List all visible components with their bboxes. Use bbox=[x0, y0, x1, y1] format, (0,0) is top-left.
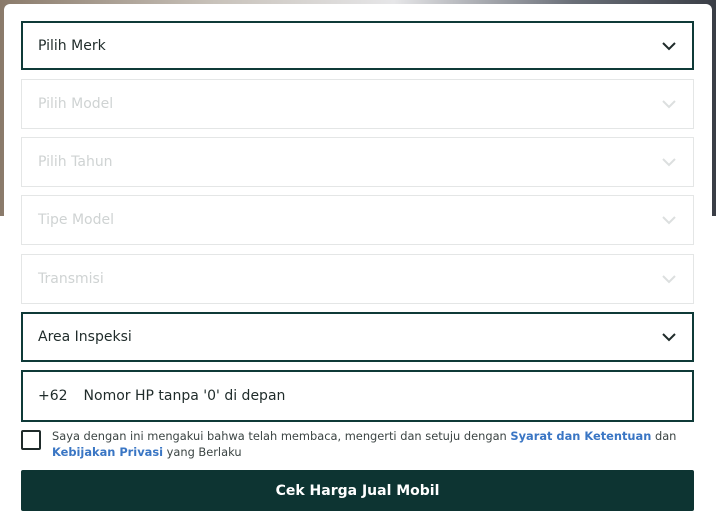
phone-country-code: +62 bbox=[38, 388, 68, 404]
inspection-area-label: Area Inspeksi bbox=[38, 329, 132, 345]
chevron-down-icon bbox=[662, 158, 676, 167]
privacy-link[interactable]: Kebijakan Privasi bbox=[52, 445, 163, 459]
consent-row: Saya dengan ini mengakui bahwa telah mem… bbox=[21, 428, 694, 464]
transmission-select[interactable]: Transmisi bbox=[21, 254, 694, 304]
consent-text-end: yang Berlaku bbox=[163, 445, 242, 459]
phone-input-placeholder: Nomor HP tanpa '0' di depan bbox=[83, 388, 286, 404]
consent-text: Saya dengan ini mengakui bahwa telah mem… bbox=[52, 428, 697, 460]
model-select[interactable]: Pilih Model bbox=[21, 79, 694, 129]
year-select[interactable]: Pilih Tahun bbox=[21, 137, 694, 187]
year-select-label: Pilih Tahun bbox=[38, 154, 113, 170]
inspection-area-select[interactable]: Area Inspeksi bbox=[21, 312, 694, 362]
chevron-down-icon bbox=[662, 275, 676, 284]
brand-select-label: Pilih Merk bbox=[38, 37, 106, 54]
chevron-down-icon bbox=[662, 100, 676, 109]
brand-select[interactable]: Pilih Merk bbox=[21, 21, 694, 70]
model-select-label: Pilih Model bbox=[38, 96, 114, 112]
type-select-label: Tipe Model bbox=[38, 212, 114, 228]
consent-text-middle: dan bbox=[651, 429, 677, 443]
type-select[interactable]: Tipe Model bbox=[21, 195, 694, 245]
check-price-button-label: Cek Harga Jual Mobil bbox=[275, 482, 440, 499]
phone-input[interactable]: +62 Nomor HP tanpa '0' di depan bbox=[21, 370, 694, 422]
chevron-down-icon bbox=[662, 333, 676, 342]
consent-checkbox[interactable] bbox=[21, 430, 41, 450]
chevron-down-icon bbox=[662, 216, 676, 225]
transmission-select-label: Transmisi bbox=[38, 271, 104, 287]
terms-link[interactable]: Syarat dan Ketentuan bbox=[510, 429, 651, 443]
check-price-button[interactable]: Cek Harga Jual Mobil bbox=[21, 470, 694, 511]
consent-text-start: Saya dengan ini mengakui bahwa telah mem… bbox=[52, 429, 511, 443]
chevron-down-icon bbox=[662, 41, 676, 50]
